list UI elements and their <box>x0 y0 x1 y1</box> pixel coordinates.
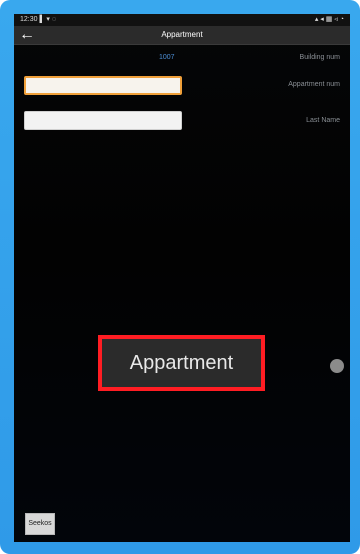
building-number-value[interactable]: 1007 <box>159 54 175 61</box>
last-name-input[interactable] <box>24 111 182 130</box>
status-left-icons: 12:30 ▌ ▾ ◌ <box>20 16 56 23</box>
appartment-highlight-box[interactable]: Appartment <box>98 335 265 391</box>
building-number-label: Building num <box>299 54 340 61</box>
appartment-number-label: Appartment num <box>288 81 340 88</box>
page-title: Appartment <box>161 30 203 39</box>
status-bar: 12:30 ▌ ▾ ◌ ▴ ◂ ▦ ◃ ◔ <box>14 14 350 26</box>
appartment-overlay-label: Appartment <box>129 352 234 374</box>
app-screen: 12:30 ▌ ▾ ◌ ▴ ◂ ▦ ◃ ◔ ← Appartment 1007 … <box>14 14 350 542</box>
circle-dot-icon <box>330 359 344 373</box>
app-titlebar: ← Appartment <box>14 26 350 45</box>
seekos-button[interactable]: Seekos <box>25 513 55 535</box>
tablet-device-frame: 12:30 ▌ ▾ ◌ ▴ ◂ ▦ ◃ ◔ ← Appartment 1007 … <box>0 0 360 554</box>
status-right-icons: ▴ ◂ ▦ ◃ ◔ <box>314 16 344 23</box>
last-name-label: Last Name <box>306 117 340 124</box>
appartment-number-input[interactable] <box>24 76 182 95</box>
